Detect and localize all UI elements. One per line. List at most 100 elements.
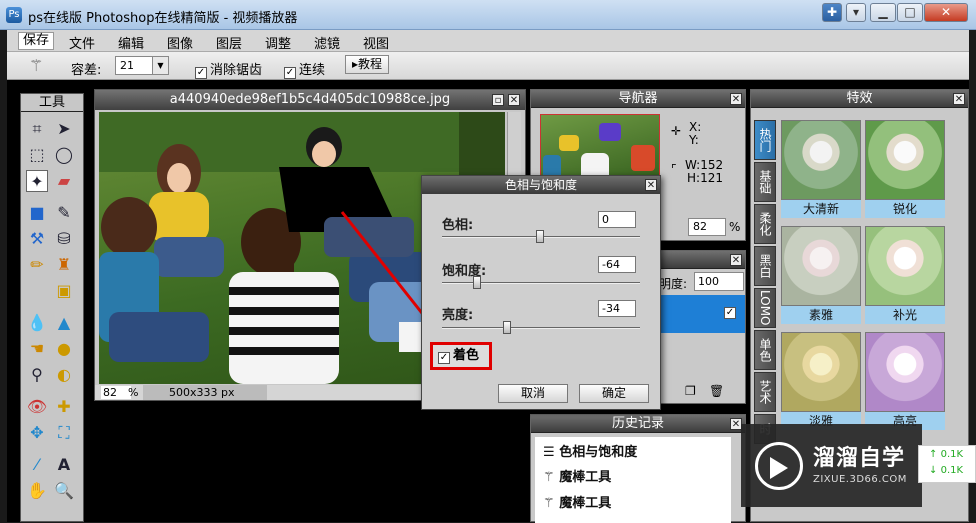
liquify-icon[interactable]: ✥ [26, 422, 48, 444]
tab-art[interactable]: 艺术 [754, 372, 776, 412]
close-icon[interactable]: ✕ [645, 179, 657, 191]
eraser-icon[interactable]: ▰ [53, 170, 75, 192]
close-icon[interactable]: ✕ [508, 94, 520, 106]
hue-input[interactable]: 0 [598, 211, 636, 228]
cancel-button[interactable]: 取消 [498, 384, 568, 403]
close-button[interactable]: ✕ [924, 3, 968, 22]
tolerance-select[interactable]: 21 ▼ [115, 56, 169, 75]
menu-edit[interactable]: 编辑 [118, 33, 144, 52]
antialias-checkbox[interactable]: ✓ 消除锯齿 [195, 59, 262, 79]
crosshair-icon: ✛ [671, 124, 682, 138]
lightness-slider-thumb[interactable] [503, 321, 511, 334]
hand-icon[interactable]: ✋ [26, 480, 48, 502]
hue-label: 色相: [442, 218, 474, 233]
close-icon[interactable]: ✕ [730, 93, 742, 105]
clone-icon[interactable]: ⚒ [26, 228, 48, 250]
pencil-icon[interactable]: ✏ [26, 254, 48, 276]
saturation-slider-thumb[interactable] [473, 276, 481, 289]
tab-basic[interactable]: 基础 [754, 162, 776, 202]
history-item[interactable]: ☰ 色相与饱和度 [543, 441, 637, 460]
effect-item[interactable]: 补光 [865, 226, 945, 326]
lightness-input[interactable]: -34 [598, 300, 636, 317]
image-title: a440940ede98ef1b5c4d405dc10988ce.jpg [95, 90, 525, 110]
hue-slider-thumb[interactable] [536, 230, 544, 243]
stamp-icon[interactable]: ♜ [53, 254, 75, 276]
menu-adjust[interactable]: 调整 [265, 33, 291, 52]
red-eye-icon[interactable]: 👁 [26, 396, 48, 418]
menu-file[interactable]: 文件 [69, 33, 95, 52]
chevron-down-icon[interactable]: ▼ [152, 57, 168, 74]
brush-icon[interactable]: ✎ [53, 202, 75, 224]
menu-image[interactable]: 图像 [167, 33, 193, 52]
blur-icon[interactable]: 💧 [26, 312, 48, 334]
tab-soften[interactable]: 柔化 [754, 204, 776, 244]
new-layer-icon[interactable]: ❐ [685, 384, 696, 398]
selection-size-icon: ⌜ [671, 162, 677, 176]
h-value: 121 [700, 171, 723, 185]
trash-icon[interactable]: 🗑 [709, 384, 724, 398]
menu-filter[interactable]: 滤镜 [314, 33, 340, 52]
lightness-slider[interactable] [442, 327, 640, 329]
antialias-label: 消除锯齿 [210, 63, 263, 78]
tolerance-label: 容差: [71, 63, 102, 78]
upload-arrow-icon: ↑ [929, 449, 938, 460]
history-item[interactable]: ⚚ 魔棒工具 [543, 492, 611, 511]
marquee-icon[interactable]: ⬚ [26, 144, 48, 166]
tab-lomo[interactable]: LOMO [754, 288, 776, 328]
tab-mono[interactable]: 单色 [754, 330, 776, 370]
history-item[interactable]: ⚚ 魔棒工具 [543, 466, 611, 485]
magic-wand-icon[interactable]: ✦ [26, 170, 48, 192]
tab-bw[interactable]: 黑白 [754, 246, 776, 286]
colorize-checkbox[interactable]: ✓ 着色 [430, 342, 492, 370]
bandage-icon[interactable]: ✚ [53, 396, 75, 418]
close-icon[interactable]: ✕ [953, 93, 965, 105]
bucket-icon[interactable]: ⛁ [53, 228, 75, 250]
tutorial-button[interactable]: ▸教程 [345, 55, 389, 74]
effect-item[interactable]: 高亮 [865, 332, 945, 432]
menu-layer[interactable]: 图层 [216, 33, 242, 52]
effect-item[interactable]: 淡雅 [781, 332, 861, 432]
menu-view[interactable]: 视图 [363, 33, 389, 52]
saturation-input[interactable]: -64 [598, 256, 636, 273]
crop-icon[interactable]: ⌗ [26, 118, 48, 140]
minimize-button[interactable]: ▁ [870, 3, 896, 22]
tab-hot[interactable]: 热门 [754, 120, 776, 160]
move-icon[interactable]: ➤ [53, 118, 75, 140]
pin-icon[interactable]: ✚ [822, 3, 842, 22]
opacity-select[interactable]: 100 [694, 272, 744, 291]
effect-item[interactable]: 素雅 [781, 226, 861, 326]
eyedropper-icon[interactable]: ⁄ [26, 454, 48, 476]
sharpen-icon[interactable]: ▲ [53, 312, 75, 334]
zoom-input[interactable]: 82 [101, 386, 131, 399]
effect-item[interactable]: 锐化 [865, 120, 945, 220]
close-icon[interactable]: ✕ [730, 254, 742, 266]
restore-icon[interactable]: ▫ [492, 94, 504, 106]
menu-save[interactable]: 保存 [18, 32, 55, 50]
effect-item[interactable]: 大清新 [781, 120, 861, 220]
layer-visibility-checkbox[interactable]: ✓ [724, 307, 736, 319]
magic-wand-icon: ⚚ [29, 56, 44, 75]
checkbox-checked-icon: ✓ [438, 352, 450, 364]
transform-icon[interactable]: ⛶ [53, 422, 75, 444]
smudge-icon[interactable]: ☚ [26, 338, 48, 360]
burn-icon[interactable]: ◐ [53, 364, 75, 386]
dodge-icon[interactable]: ⚲ [26, 364, 48, 386]
text-icon[interactable]: A [53, 454, 75, 476]
tolerance-value: 21 [120, 59, 134, 72]
sponge-icon[interactable]: ● [53, 338, 75, 360]
menu-down-icon[interactable]: ▾ [846, 3, 866, 22]
zoom-icon[interactable]: 🔍 [53, 480, 75, 502]
maximize-button[interactable]: □ [897, 3, 923, 22]
shape-icon[interactable]: ▣ [53, 280, 75, 302]
watermark-subtitle: ZIXUE.3D66.COM [813, 474, 907, 485]
saturation-slider[interactable] [442, 282, 640, 284]
effect-thumbnail [865, 120, 945, 200]
contiguous-checkbox[interactable]: ✓ 连续 [284, 59, 325, 79]
navigator-zoom-input[interactable]: 82 [688, 218, 726, 236]
ok-button[interactable]: 确定 [579, 384, 649, 403]
lasso-icon[interactable]: ◯ [53, 144, 75, 166]
title-bar: Ps ps在线版 Photoshop在线精简版 - 视频播放器 ✚ ▾ ▁ □ … [0, 0, 976, 30]
upload-speed: 0.1K [940, 449, 964, 460]
network-monitor: ↑ 0.1K ↓ 0.1K [918, 445, 976, 483]
rectangle-icon[interactable]: ■ [26, 202, 48, 224]
